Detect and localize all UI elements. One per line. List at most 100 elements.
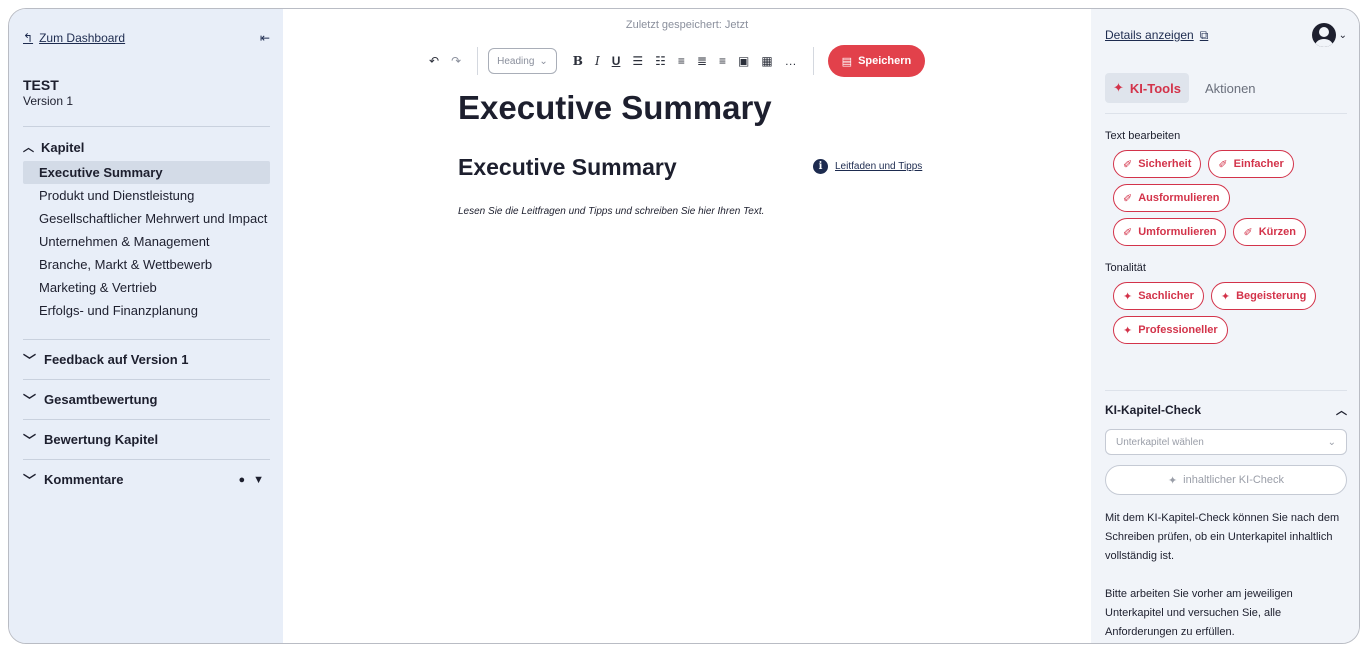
chevron-down-icon: ﹀: [23, 353, 37, 368]
chip-label: Umformulieren: [1138, 226, 1217, 238]
chip-professioneller[interactable]: ✦ Professioneller: [1113, 316, 1228, 344]
external-link-icon: ⧉: [1199, 27, 1209, 42]
project-title: TEST: [23, 77, 59, 93]
back-row: ↰ Zum Dashboard ⇤: [23, 29, 270, 47]
guide-link-label: Leitfaden und Tipps: [835, 161, 923, 172]
chapter-title[interactable]: Executive Summary: [458, 154, 677, 181]
details-label: Details anzeigen: [1105, 28, 1194, 42]
eye-icon[interactable]: ●: [238, 474, 245, 486]
chip-umformulieren[interactable]: ✐ Umformulieren: [1113, 218, 1227, 246]
sparkle-icon: ✦: [1220, 290, 1231, 303]
saved-status: Zuletzt gespeichert: Jetzt: [625, 19, 749, 31]
chip-label: Ausformulieren: [1138, 192, 1220, 204]
chip-ausformulieren[interactable]: ✐ Ausformulieren: [1113, 184, 1230, 212]
magic-wand-icon: ✐: [1243, 226, 1253, 239]
guide-tips-link[interactable]: i Leitfaden und Tipps: [813, 159, 922, 174]
chip-label: Einfacher: [1233, 158, 1284, 170]
editor-toolbar: ↶ ↷ Heading ⌄ B I U ☰ ☷ ≡ ≣ ≡ ▣ ▦ … ▤ Sp…: [423, 45, 926, 77]
ki-check-button-label: inhaltlicher KI-Check: [1183, 474, 1285, 486]
ki-check-button[interactable]: ✦ inhaltlicher KI-Check: [1105, 465, 1347, 495]
chapter-item-branche[interactable]: Branche, Markt & Wettbewerb: [23, 253, 270, 276]
chip-label: Begeisterung: [1236, 290, 1307, 302]
toolbar-divider: [477, 47, 479, 75]
image-icon[interactable]: ▣: [732, 46, 755, 76]
tone-chips: ✦ Sachlicher ✦ Begeisterung ✦ Professionell…: [1105, 282, 1347, 344]
save-button[interactable]: ▤ Speichern: [827, 45, 926, 77]
details-link[interactable]: Details anzeigen ⧉: [1105, 28, 1208, 43]
toolbar-divider: [812, 47, 814, 75]
magic-wand-icon: ✐: [1123, 226, 1133, 239]
chevron-down-icon: ﹀: [23, 433, 37, 448]
chip-label: Sicherheit: [1138, 158, 1192, 170]
redo-icon[interactable]: ↷: [445, 46, 467, 76]
chapter-item-produkt[interactable]: Produkt und Dienstleistung: [23, 184, 270, 207]
chevron-down-icon: ⌄: [539, 55, 548, 67]
chip-kuerzen[interactable]: ✐ Kürzen: [1233, 218, 1306, 246]
info-paragraph: Mit dem KI-Kapitel-Check können Sie nach…: [1105, 512, 1340, 562]
chapter-item-executive-summary[interactable]: Executive Summary: [23, 161, 270, 184]
chevron-down-icon: ⌄: [1338, 29, 1347, 41]
chip-sachlicher[interactable]: ✦ Sachlicher: [1113, 282, 1204, 310]
project-version: Version 1: [23, 94, 74, 108]
align-right-icon[interactable]: ≡: [713, 46, 732, 76]
editor-text[interactable]: Lesen Sie die Leitfragen und Tipps und s…: [458, 206, 764, 217]
italic-icon[interactable]: I: [589, 46, 606, 76]
ki-check-heading: KI-Kapitel-Check: [1105, 403, 1202, 417]
left-sidebar: ↰ Zum Dashboard ⇤ TEST Version 1 ︿ Kapit…: [9, 9, 283, 643]
heading-select[interactable]: Heading ⌄: [488, 48, 557, 74]
editor-area: Zuletzt gespeichert: Jetzt ↶ ↷ Heading ⌄…: [283, 9, 1091, 643]
magic-wand-icon: ✐: [1123, 192, 1133, 205]
chevron-down-icon: ﹀: [23, 393, 37, 408]
chapter-item-mehrwert[interactable]: Gesellschaftlicher Mehrwert und Impact: [23, 207, 270, 230]
section-kommentare[interactable]: ﹀ Kommentare ● ▼: [23, 459, 270, 499]
section-feedback[interactable]: ﹀ Feedback auf Version 1: [23, 339, 270, 379]
tab-ki-tools[interactable]: ✦ KI-Tools: [1105, 73, 1189, 103]
user-menu[interactable]: ⌄: [1311, 23, 1347, 47]
magic-wand-icon: ✐: [1218, 158, 1228, 171]
text-edit-chips: ✐ Sicherheit ✐ Einfacher ✐ Ausformulieren ✐…: [1105, 150, 1347, 246]
subchapter-select[interactable]: Unterkapitel wählen ⌄: [1105, 429, 1347, 455]
right-panel-tabs: ✦ KI-Tools Aktionen: [1105, 73, 1347, 114]
chip-label: Kürzen: [1258, 226, 1296, 238]
section-gesamtbewertung[interactable]: ﹀ Gesamtbewertung: [23, 379, 270, 419]
ki-check-toggle[interactable]: KI-Kapitel-Check ︿: [1105, 391, 1347, 429]
tab-label: Aktionen: [1204, 80, 1256, 96]
app-window: ↰ Zum Dashboard ⇤ TEST Version 1 ︿ Kapit…: [8, 8, 1360, 644]
chevron-down-icon: ﹀: [23, 473, 37, 488]
info-icon: i: [813, 159, 828, 174]
right-panel-header: Details anzeigen ⧉ ⌄: [1105, 9, 1347, 61]
tab-aktionen[interactable]: Aktionen: [1197, 73, 1264, 103]
section-label: Kommentare: [44, 472, 124, 487]
align-left-icon[interactable]: ≡: [672, 46, 691, 76]
collapsed-sections: ﹀ Feedback auf Version 1 ﹀ Gesamtbewertung…: [23, 339, 270, 499]
chapters-heading: Kapitel: [41, 139, 85, 155]
chip-label: Sachlicher: [1138, 290, 1194, 302]
table-icon[interactable]: ▦: [755, 46, 778, 76]
chevron-down-icon: ⌄: [1327, 436, 1336, 448]
filter-icon[interactable]: ▼: [253, 474, 264, 486]
section-bewertung-kapitel[interactable]: ﹀ Bewertung Kapitel: [23, 419, 270, 459]
sparkle-icon: ✦: [1123, 324, 1133, 337]
chapter-item-finanzplanung[interactable]: Erfolgs- und Finanzplanung: [23, 299, 270, 322]
sparkle-icon: ✦: [1167, 474, 1178, 487]
align-center-icon[interactable]: ≣: [691, 46, 713, 76]
more-icon[interactable]: …: [779, 46, 803, 76]
undo-icon[interactable]: ↶: [423, 46, 445, 76]
chip-sicherheit[interactable]: ✐ Sicherheit: [1113, 150, 1202, 178]
numbered-list-icon[interactable]: ☷: [649, 46, 672, 76]
underline-icon[interactable]: U: [606, 46, 627, 76]
floppy-disk-icon: ▤: [841, 55, 853, 68]
chapter-item-unternehmen[interactable]: Unternehmen & Management: [23, 230, 270, 253]
bullet-list-icon[interactable]: ☰: [626, 46, 649, 76]
back-to-dashboard-link[interactable]: ↰ Zum Dashboard: [23, 31, 125, 45]
section-label: Bewertung Kapitel: [44, 432, 159, 447]
chip-einfacher[interactable]: ✐ Einfacher: [1208, 150, 1294, 178]
tab-label: KI-Tools: [1129, 80, 1181, 96]
tone-label: Tonalität: [1105, 262, 1146, 274]
chapter-item-marketing[interactable]: Marketing & Vertrieb: [23, 276, 270, 299]
save-label: Speichern: [858, 55, 912, 67]
bold-icon[interactable]: B: [567, 46, 589, 76]
ki-check-info: Mit dem KI-Kapitel-Check können Sie nach…: [1105, 509, 1347, 642]
chip-begeisterung[interactable]: ✦ Begeisterung: [1210, 282, 1317, 310]
collapse-sidebar-icon[interactable]: ⇤: [260, 31, 270, 45]
